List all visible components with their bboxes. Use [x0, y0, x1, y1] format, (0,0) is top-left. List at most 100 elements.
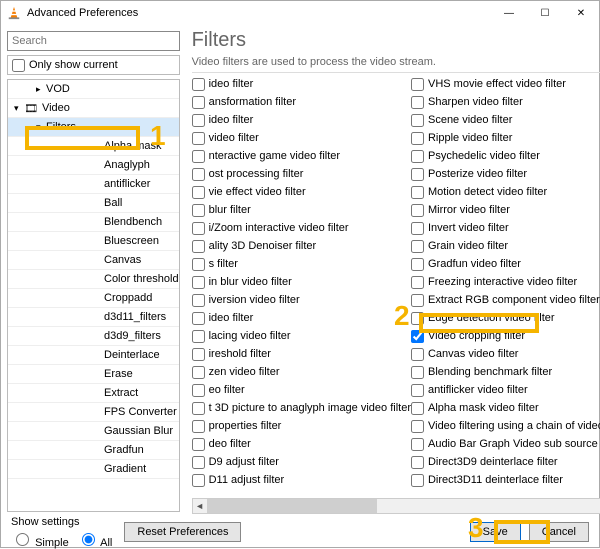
tree-item[interactable]: d3d11_filters — [8, 308, 179, 327]
tree-item[interactable]: Canvas — [8, 251, 179, 270]
filter-checkbox[interactable] — [192, 240, 205, 253]
filter-checkbox[interactable] — [192, 420, 205, 433]
tree-item[interactable]: Anaglyph — [8, 156, 179, 175]
filter-row[interactable]: deo filter — [192, 435, 411, 453]
filter-checkbox[interactable] — [192, 96, 205, 109]
minimize-button[interactable]: — — [491, 1, 527, 25]
filter-row[interactable]: ideo filter — [192, 75, 411, 93]
reset-preferences-button[interactable]: Reset Preferences — [124, 522, 241, 542]
tree-item[interactable]: Gradfun — [8, 441, 179, 460]
filter-checkbox[interactable] — [192, 384, 205, 397]
filter-row[interactable]: vie effect video filter — [192, 183, 411, 201]
filter-checkbox[interactable] — [411, 240, 424, 253]
filter-row[interactable]: ality 3D Denoiser filter — [192, 237, 411, 255]
only-show-current-checkbox[interactable] — [12, 59, 25, 72]
filter-row[interactable]: Alpha mask video filter — [411, 399, 600, 417]
filter-row[interactable]: Video cropping filter — [411, 327, 600, 345]
filter-checkbox[interactable] — [411, 348, 424, 361]
filter-checkbox[interactable] — [192, 366, 205, 379]
horizontal-scrollbar[interactable]: ◄ ► — [192, 498, 600, 514]
filter-row[interactable]: Sharpen video filter — [411, 93, 600, 111]
filter-row[interactable]: Blending benchmark filter — [411, 363, 600, 381]
filter-checkbox[interactable] — [192, 312, 205, 325]
settings-tree[interactable]: ▸VOD▾🎞Video▾FiltersAlpha maskAnaglyphant… — [7, 79, 180, 512]
filter-row[interactable]: ideo filter — [192, 111, 411, 129]
filter-checkbox[interactable] — [411, 78, 424, 91]
filter-row[interactable]: Canvas video filter — [411, 345, 600, 363]
filter-checkbox[interactable] — [411, 222, 424, 235]
filter-row[interactable]: Audio Bar Graph Video sub source — [411, 435, 600, 453]
filter-row[interactable]: Edge detection video filter — [411, 309, 600, 327]
filter-row[interactable]: t 3D picture to anaglyph image video fil… — [192, 399, 411, 417]
filter-checkbox[interactable] — [192, 78, 205, 91]
filter-row[interactable]: properties filter — [192, 417, 411, 435]
tree-item[interactable]: Color threshold — [8, 270, 179, 289]
filter-checkbox[interactable] — [192, 186, 205, 199]
filter-row[interactable]: Ripple video filter — [411, 129, 600, 147]
radio-all[interactable]: All — [77, 530, 113, 549]
filter-checkbox[interactable] — [192, 132, 205, 145]
filter-checkbox[interactable] — [192, 402, 205, 415]
filter-row[interactable]: lacing video filter — [192, 327, 411, 345]
filter-row[interactable]: ansformation filter — [192, 93, 411, 111]
filter-checkbox[interactable] — [411, 96, 424, 109]
filter-checkbox[interactable] — [411, 384, 424, 397]
tree-item[interactable]: Alpha mask — [8, 137, 179, 156]
tree-item[interactable]: antiflicker — [8, 175, 179, 194]
filter-checkbox[interactable] — [411, 294, 424, 307]
tree-item[interactable]: FPS Converter — [8, 403, 179, 422]
filter-checkbox[interactable] — [411, 258, 424, 271]
filter-row[interactable]: Scene video filter — [411, 111, 600, 129]
filter-checkbox[interactable] — [411, 366, 424, 379]
filter-row[interactable]: Invert video filter — [411, 219, 600, 237]
filter-checkbox[interactable] — [192, 168, 205, 181]
filter-checkbox[interactable] — [411, 402, 424, 415]
tree-item[interactable]: Gradient — [8, 460, 179, 479]
tree-item[interactable]: Bluescreen — [8, 232, 179, 251]
filter-row[interactable]: antiflicker video filter — [411, 381, 600, 399]
filter-row[interactable]: VHS movie effect video filter — [411, 75, 600, 93]
filter-row[interactable]: Direct3D11 deinterlace filter — [411, 471, 600, 489]
filter-row[interactable]: Video filtering using a chain of video f… — [411, 417, 600, 435]
filter-checkbox[interactable] — [411, 330, 424, 343]
filter-row[interactable]: ost processing filter — [192, 165, 411, 183]
filter-row[interactable]: in blur video filter — [192, 273, 411, 291]
filter-checkbox[interactable] — [192, 474, 205, 487]
filter-checkbox[interactable] — [411, 204, 424, 217]
close-button[interactable]: ✕ — [563, 1, 599, 25]
filter-row[interactable]: Psychedelic video filter — [411, 147, 600, 165]
filter-checkbox[interactable] — [411, 132, 424, 145]
filter-row[interactable]: blur filter — [192, 201, 411, 219]
tree-item[interactable]: ▾🎞Video — [8, 99, 179, 118]
filter-checkbox[interactable] — [192, 456, 205, 469]
tree-item[interactable]: Croppadd — [8, 289, 179, 308]
filter-row[interactable]: iversion video filter — [192, 291, 411, 309]
filter-row[interactable]: Grain video filter — [411, 237, 600, 255]
filter-checkbox[interactable] — [411, 456, 424, 469]
filter-checkbox[interactable] — [192, 258, 205, 271]
filter-row[interactable]: Motion detect video filter — [411, 183, 600, 201]
filter-row[interactable]: video filter — [192, 129, 411, 147]
filter-row[interactable]: Gradfun video filter — [411, 255, 600, 273]
filter-checkbox[interactable] — [192, 276, 205, 289]
filter-row[interactable]: Posterize video filter — [411, 165, 600, 183]
filter-row[interactable]: s filter — [192, 255, 411, 273]
filter-checkbox[interactable] — [411, 312, 424, 325]
filter-checkbox[interactable] — [411, 420, 424, 433]
tree-item[interactable]: Extract — [8, 384, 179, 403]
filter-row[interactable]: ireshold filter — [192, 345, 411, 363]
radio-simple[interactable]: Simple — [11, 530, 69, 549]
filter-checkbox[interactable] — [192, 294, 205, 307]
scroll-thumb[interactable] — [207, 499, 377, 513]
maximize-button[interactable]: ☐ — [527, 1, 563, 25]
filter-row[interactable]: Direct3D9 deinterlace filter — [411, 453, 600, 471]
filter-checkbox[interactable] — [411, 186, 424, 199]
tree-item[interactable]: Blendbench — [8, 213, 179, 232]
tree-item[interactable]: Gaussian Blur — [8, 422, 179, 441]
tree-item[interactable]: Ball — [8, 194, 179, 213]
filter-checkbox[interactable] — [411, 474, 424, 487]
tree-item[interactable]: d3d9_filters — [8, 327, 179, 346]
filter-checkbox[interactable] — [192, 150, 205, 163]
filter-checkbox[interactable] — [192, 114, 205, 127]
filter-checkbox[interactable] — [411, 438, 424, 451]
